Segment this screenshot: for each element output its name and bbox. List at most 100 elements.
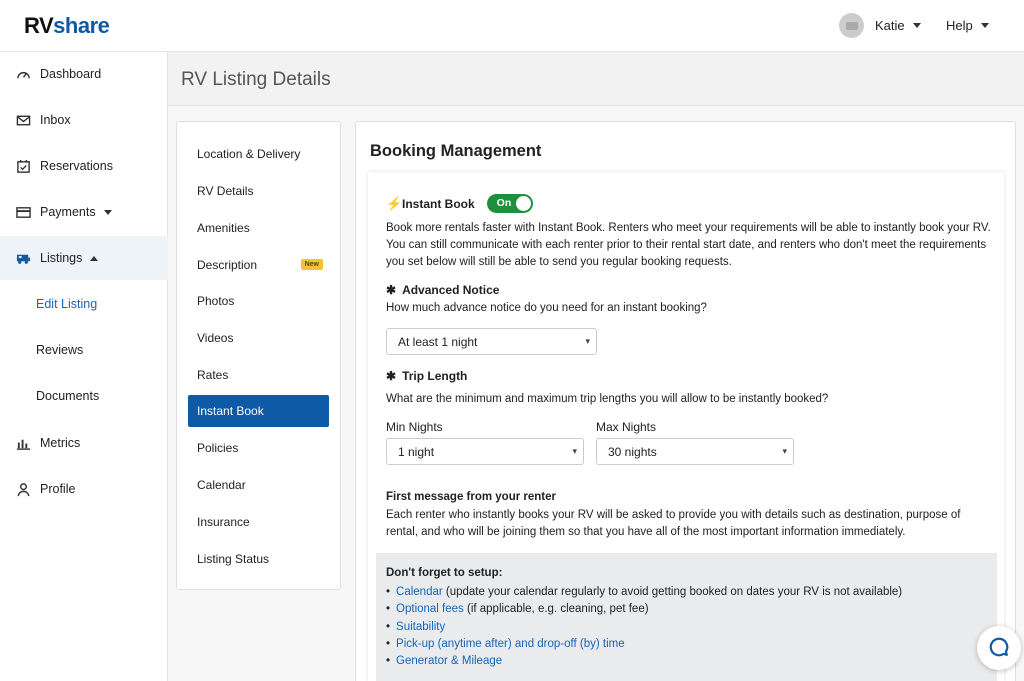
item-note: (if applicable, e.g. cleaning, pet fee) <box>463 603 649 616</box>
gear-icon: ✱ <box>386 283 397 297</box>
sidebar-subitem-reviews[interactable]: Reviews <box>0 330 168 370</box>
logo-rv: RV <box>24 13 54 38</box>
sidebar-item-payments[interactable]: Payments <box>0 190 168 234</box>
chevron-down-icon <box>980 23 989 28</box>
logo-share: share <box>53 13 110 38</box>
section-instant-book[interactable]: Instant Book <box>188 395 329 427</box>
page-title: RV Listing Details <box>181 69 331 90</box>
chevron-down-icon: ▾ <box>585 336 590 346</box>
gauge-icon <box>16 67 31 82</box>
setup-title: Don't forget to setup: <box>386 567 503 579</box>
bar-chart-icon <box>16 436 31 451</box>
min-nights-label: Min Nights <box>386 420 443 434</box>
instant-book-label: Instant Book <box>402 196 475 211</box>
selected-value: 30 nights <box>608 444 657 459</box>
advance-notice-select[interactable]: At least 1 night ▾ <box>386 328 597 355</box>
listing-sections-nav: Location & Delivery RV Details Amenities… <box>176 121 341 590</box>
sidebar-item-profile[interactable]: Profile <box>0 467 168 511</box>
user-menu[interactable]: Katie <box>839 13 921 38</box>
chevron-down-icon <box>103 209 112 215</box>
sidebar-item-listings[interactable]: Listings <box>0 236 168 280</box>
list-item: Generator & Mileage <box>386 653 902 670</box>
section-calendar[interactable]: Calendar <box>188 469 329 501</box>
section-policies[interactable]: Policies <box>188 432 329 464</box>
section-videos[interactable]: Videos <box>188 322 329 354</box>
first-message-text: Each renter who instantly books your RV … <box>386 509 961 538</box>
section-rates[interactable]: Rates <box>188 359 329 391</box>
heading-text: Trip Length <box>402 369 468 383</box>
chevron-down-icon <box>912 23 921 28</box>
sidebar-subitem-edit-listing[interactable]: Edit Listing <box>0 284 168 324</box>
list-item: Pick-up (anytime after) and drop-off (by… <box>386 636 902 653</box>
instant-book-toggle[interactable]: On <box>486 194 533 213</box>
trip-length-heading: ✱ Trip Length <box>386 369 467 383</box>
first-message-heading: First message from your renter <box>386 491 557 503</box>
selected-value: 1 night <box>398 444 435 459</box>
sidebar: Dashboard Inbox Reservations Payments Li… <box>0 52 168 681</box>
top-bar: RVshare Katie Help <box>0 0 1024 52</box>
sidebar-subitem-documents[interactable]: Documents <box>0 376 168 416</box>
sidebar-item-dashboard[interactable]: Dashboard <box>0 52 168 96</box>
advance-notice-question: How much advance notice do you need for … <box>386 302 707 314</box>
section-rv-details[interactable]: RV Details <box>188 175 329 207</box>
credit-card-icon <box>16 205 31 220</box>
sidebar-item-label: Dashboard <box>40 67 102 81</box>
sidebar-item-label: Reservations <box>40 159 113 173</box>
list-item: Calendar (update your calendar regularly… <box>386 584 902 601</box>
toggle-knob <box>515 196 531 211</box>
setup-list: Calendar (update your calendar regularly… <box>386 584 902 670</box>
section-photos[interactable]: Photos <box>188 285 329 317</box>
list-item: Optional fees (if applicable, e.g. clean… <box>386 601 902 618</box>
chat-widget-button[interactable] <box>977 626 1021 670</box>
rv-icon <box>16 251 31 266</box>
gear-icon: ✱ <box>386 369 397 383</box>
section-location-delivery[interactable]: Location & Delivery <box>188 138 329 170</box>
instant-book-row: ⚡ Instant Book On <box>386 194 533 213</box>
sidebar-item-label: Payments <box>40 205 96 219</box>
suitability-link[interactable]: Suitability <box>396 621 445 633</box>
lightning-bolt-icon: ⚡ <box>386 195 403 211</box>
list-item: Suitability <box>386 619 902 636</box>
rvshare-logo[interactable]: RVshare <box>24 13 110 39</box>
page-header: RV Listing Details <box>168 52 1024 106</box>
calendar-link[interactable]: Calendar <box>396 586 443 598</box>
calendar-check-icon <box>16 159 31 174</box>
pickup-dropoff-link[interactable]: Pick-up (anytime after) and drop-off (by… <box>396 638 625 650</box>
sidebar-item-label: Listings <box>40 251 83 265</box>
sidebar-item-reservations[interactable]: Reservations <box>0 144 168 188</box>
advance-notice-heading: ✱ Advanced Notice <box>386 283 499 297</box>
help-label: Help <box>946 18 973 33</box>
sidebar-item-label: Inbox <box>40 113 71 127</box>
envelope-icon <box>16 113 31 128</box>
min-nights-select[interactable]: 1 night ▾ <box>386 438 584 465</box>
selected-value: At least 1 night <box>398 334 478 349</box>
toggle-state: On <box>496 197 512 209</box>
section-listing-status[interactable]: Listing Status <box>188 543 329 575</box>
section-amenities[interactable]: Amenities <box>188 212 329 244</box>
optional-fees-link[interactable]: Optional fees <box>396 603 464 615</box>
max-nights-select[interactable]: 30 nights ▾ <box>596 438 794 465</box>
max-nights-label: Max Nights <box>596 420 657 434</box>
sidebar-item-inbox[interactable]: Inbox <box>0 98 168 142</box>
section-label: Description <box>197 258 258 272</box>
instant-book-card: ⚡ Instant Book On Book more rentals fast… <box>368 172 1004 681</box>
trip-length-question: What are the minimum and maximum trip le… <box>386 393 829 405</box>
new-badge: New <box>300 259 323 270</box>
setup-reminder-box: Don't forget to setup: Calendar (update … <box>376 553 997 681</box>
chat-bubble-icon <box>988 636 1010 661</box>
user-name: Katie <box>875 18 905 33</box>
person-icon <box>16 482 31 497</box>
item-note: (update your calendar regularly to avoid… <box>442 586 903 598</box>
section-description[interactable]: Description New <box>188 249 329 281</box>
sidebar-item-metrics[interactable]: Metrics <box>0 421 168 465</box>
chevron-down-icon: ▾ <box>572 446 577 456</box>
avatar <box>839 13 864 38</box>
help-menu[interactable]: Help <box>946 18 989 33</box>
chevron-up-icon <box>90 255 99 261</box>
section-insurance[interactable]: Insurance <box>188 506 329 538</box>
heading-text: Advanced Notice <box>402 283 500 297</box>
sidebar-item-label: Profile <box>40 482 76 496</box>
booking-management-panel: Booking Management ⚡ Instant Book On Boo… <box>355 121 1016 681</box>
sidebar-item-label: Metrics <box>40 436 81 450</box>
generator-mileage-link[interactable]: Generator & Mileage <box>396 655 502 667</box>
